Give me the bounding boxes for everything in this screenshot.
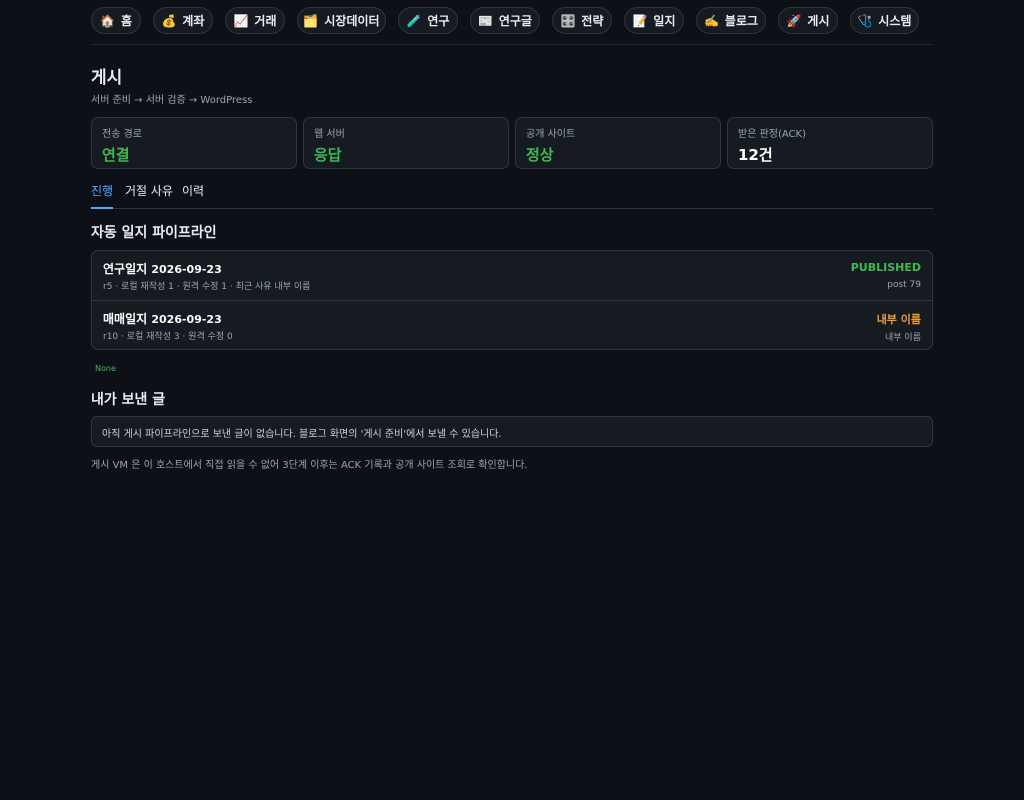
nav-item-journal[interactable]: 📝 일지 [624, 7, 684, 34]
stat-card-ack: 받은 판정(ACK) 12건 [727, 117, 933, 169]
nav-item-blog[interactable]: ✍️ 블로그 [696, 7, 766, 34]
pipeline-row-meta: r10 · 로컬 재작성 3 · 원격 수정 0 [103, 332, 233, 342]
sent-section-title: 내가 보낸 글 [91, 392, 166, 408]
pipeline-row-title: 연구일지 2026-09-23 [103, 260, 222, 277]
nav-item-label: 계좌 [182, 14, 205, 28]
pipeline-row-meta: r5 · 로컬 재작성 1 · 원격 수정 1 · 최근 사유 내부 이름 [103, 282, 311, 292]
nav-item-strategy[interactable]: 🎛️ 전략 [552, 7, 612, 34]
nav-item-market-data[interactable]: 🗂️ 시장데이터 [297, 7, 386, 34]
folder-icon: 🗂️ [303, 13, 319, 28]
nav-item-label: 연구 [427, 14, 450, 28]
pipeline-row-name: 연구일지 [103, 262, 148, 276]
tab-progress[interactable]: 진행 [91, 182, 114, 209]
writing-hand-icon: ✍️ [703, 13, 719, 28]
stat-card-web-server: 웹 서버 응답 [303, 117, 509, 169]
none-indicator: None [95, 364, 116, 373]
nav-item-label: 거래 [254, 14, 277, 28]
nav-item-label: 시장데이터 [324, 14, 380, 28]
breadcrumb: 서버 준비 → 서버 검증 → WordPress [91, 95, 253, 106]
nav-item-label: 블로그 [724, 14, 759, 28]
top-nav: 🏠 홈 💰 계좌 📈 거래 🗂️ 시장데이터 🧪 연구 📰 연구글 🎛️ 전략 [91, 0, 933, 45]
memo-icon: 📝 [632, 13, 648, 28]
nav-item-label: 연구글 [498, 14, 533, 28]
status-badge: PUBLISHED [850, 261, 921, 274]
nav-item-label: 일지 [653, 14, 676, 28]
nav-item-research-posts[interactable]: 📰 연구글 [470, 7, 540, 34]
tab-history[interactable]: 이력 [182, 182, 204, 207]
nav-item-label: 전략 [581, 14, 604, 28]
chart-up-icon: 📈 [233, 13, 249, 28]
newspaper-icon: 📰 [477, 13, 493, 28]
stat-card-label: 받은 판정(ACK) [738, 129, 806, 140]
pipeline-row-sub: post 79 [887, 280, 921, 290]
status-badge: 내부 이름 [876, 313, 921, 326]
page-container: 🏠 홈 💰 계좌 📈 거래 🗂️ 시장데이터 🧪 연구 📰 연구글 🎛️ 전략 [91, 0, 933, 471]
tab-rejection-reasons[interactable]: 거절 사유 [125, 182, 173, 207]
rocket-icon: 🚀 [786, 13, 802, 28]
money-bag-icon: 💰 [161, 13, 177, 28]
footnote: 게시 VM 은 이 호스트에서 직접 읽을 수 없어 3단계 이후는 ACK 기… [91, 460, 528, 471]
pipeline-row-name: 매매일지 [103, 312, 148, 326]
nav-item-publish[interactable]: 🚀 게시 [778, 7, 838, 34]
nav-item-label: 게시 [807, 14, 830, 28]
pipeline-row-trade-journal[interactable]: 매매일지 2026-09-23 r10 · 로컬 재작성 3 · 원격 수정 0… [92, 300, 932, 350]
test-tube-icon: 🧪 [406, 13, 422, 28]
stat-card-label: 웹 서버 [314, 129, 345, 140]
stat-card-value: 연결 [102, 146, 130, 164]
pipeline-list: 연구일지 2026-09-23 r5 · 로컬 재작성 1 · 원격 수정 1 … [91, 250, 933, 350]
pipeline-row-sub: 내부 이름 [885, 333, 921, 343]
stat-card-public-site: 공개 사이트 정상 [515, 117, 721, 169]
pipeline-row-date: 2026-09-23 [151, 263, 222, 276]
nav-item-research[interactable]: 🧪 연구 [398, 7, 458, 34]
status-cards: 전송 경로 연결 웹 서버 응답 공개 사이트 정상 받은 판정(ACK) 12… [91, 117, 933, 169]
pipeline-row-date: 2026-09-23 [151, 313, 222, 326]
stat-card-transport: 전송 경로 연결 [91, 117, 297, 169]
stat-card-label: 공개 사이트 [526, 129, 576, 140]
nav-item-system[interactable]: 🩺 시스템 [850, 7, 919, 34]
pipeline-section-title: 자동 일지 파이프라인 [91, 225, 217, 241]
tab-bar: 진행 거절 사유 이력 [91, 177, 933, 209]
nav-item-trade[interactable]: 📈 거래 [225, 7, 285, 34]
nav-item-label: 홈 [120, 14, 132, 28]
pipeline-row-title: 매매일지 2026-09-23 [103, 310, 222, 327]
nav-item-account[interactable]: 💰 계좌 [153, 7, 213, 34]
stethoscope-icon: 🩺 [857, 13, 873, 28]
page-title: 게시 [91, 68, 123, 88]
pipeline-row-research-journal[interactable]: 연구일지 2026-09-23 r5 · 로컬 재작성 1 · 원격 수정 1 … [92, 251, 932, 300]
stat-card-label: 전송 경로 [102, 129, 142, 140]
home-icon: 🏠 [100, 13, 115, 28]
control-knobs-icon: 🎛️ [560, 13, 576, 28]
stat-card-value: 응답 [314, 146, 342, 164]
nav-item-label: 시스템 [878, 14, 912, 28]
stat-card-value: 정상 [526, 146, 554, 164]
nav-item-home[interactable]: 🏠 홈 [91, 7, 141, 34]
sent-empty-message: 아직 게시 파이프라인으로 보낸 글이 없습니다. 블로그 화면의 '게시 준비… [91, 416, 933, 447]
stat-card-value: 12건 [738, 146, 773, 164]
